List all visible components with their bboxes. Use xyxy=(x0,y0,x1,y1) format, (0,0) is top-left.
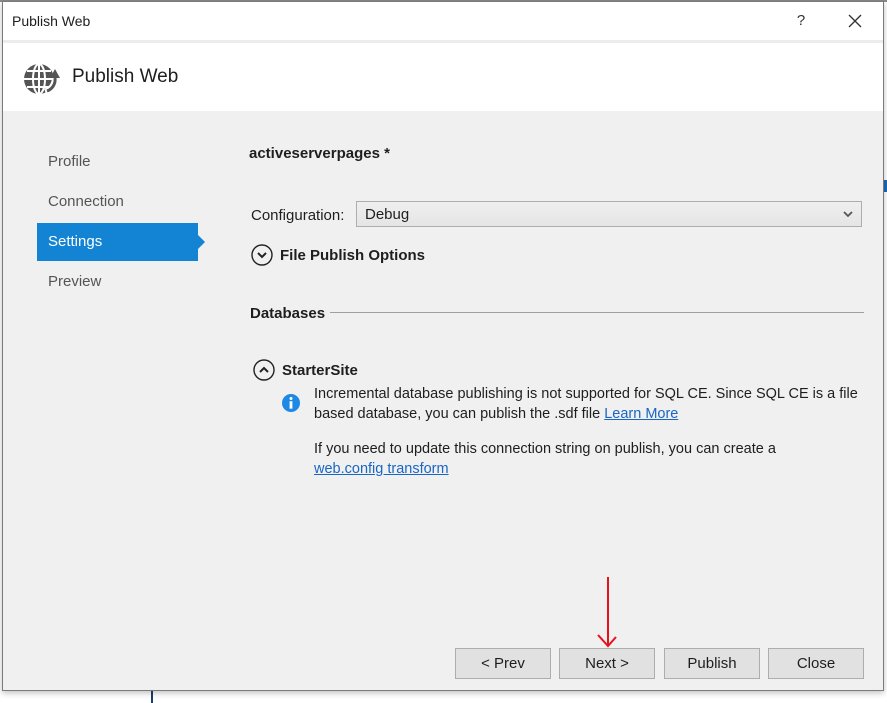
file-publish-options-expander[interactable]: File Publish Options xyxy=(251,244,425,266)
sqlce-info-message: Incremental database publishing is not s… xyxy=(314,384,869,424)
window-title: Publish Web xyxy=(12,13,91,29)
web-config-transform-link[interactable]: web.config transform xyxy=(314,461,449,477)
database-name: StarterSite xyxy=(282,361,358,379)
profile-name: activeserverpages * xyxy=(249,145,390,162)
nav-item-preview[interactable]: Preview xyxy=(37,263,198,301)
globe-publish-icon xyxy=(24,63,60,95)
prev-button[interactable]: < Prev xyxy=(455,648,551,679)
nav-item-connection[interactable]: Connection xyxy=(37,183,198,221)
sqlce-info-text: Incremental database publishing is not s… xyxy=(314,386,858,422)
info-icon xyxy=(282,394,300,412)
publish-web-dialog: Publish Web ? Publish Web Profile Connec… xyxy=(2,1,884,691)
configuration-label: Configuration: xyxy=(251,207,345,224)
configuration-value: Debug xyxy=(365,206,410,223)
transform-info-text: If you need to update this connection st… xyxy=(314,441,776,457)
close-button[interactable]: Close xyxy=(768,648,864,679)
publish-button[interactable]: Publish xyxy=(664,648,760,679)
expand-chevron-down-icon xyxy=(251,244,273,266)
startersite-expander[interactable]: StarterSite xyxy=(253,359,358,381)
close-window-button[interactable] xyxy=(844,10,866,32)
help-button[interactable]: ? xyxy=(791,10,811,32)
close-icon xyxy=(848,14,862,28)
collapse-chevron-up-icon xyxy=(253,359,275,381)
file-publish-options-label: File Publish Options xyxy=(280,246,426,264)
databases-heading: Databases xyxy=(250,305,326,322)
background-window-fragment xyxy=(151,690,153,703)
chevron-down-icon xyxy=(843,211,853,218)
header-title: Publish Web xyxy=(72,66,179,87)
title-bar: Publish Web ? xyxy=(3,2,883,40)
wizard-nav: Profile Connection Settings Preview xyxy=(37,143,207,303)
nav-item-settings[interactable]: Settings xyxy=(37,223,205,261)
nav-item-profile[interactable]: Profile xyxy=(37,143,198,181)
dialog-header: Publish Web xyxy=(3,43,883,111)
configuration-dropdown[interactable]: Debug xyxy=(356,201,862,227)
databases-divider xyxy=(330,312,864,313)
transform-info-message: If you need to update this connection st… xyxy=(314,439,869,479)
learn-more-link[interactable]: Learn More xyxy=(604,406,678,422)
next-button[interactable]: Next > xyxy=(559,648,655,679)
